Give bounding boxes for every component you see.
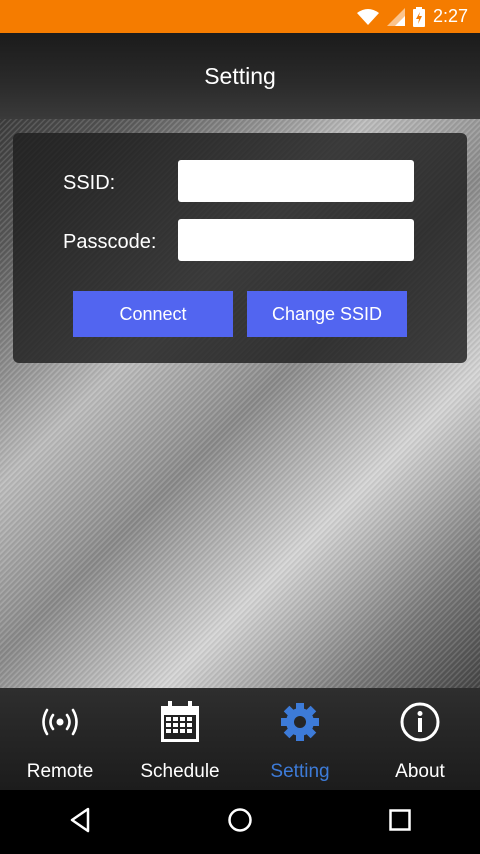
ssid-label: SSID:	[63, 172, 116, 194]
ssid-input[interactable]	[178, 160, 414, 202]
gear-icon	[278, 700, 322, 744]
passcode-row: Passcode:	[13, 219, 467, 263]
change-ssid-button[interactable]: Change SSID	[247, 291, 407, 337]
nav-item-remote[interactable]: Remote	[0, 688, 120, 790]
passcode-input[interactable]	[178, 219, 414, 261]
system-navigation-bar	[0, 790, 480, 854]
nav-item-schedule[interactable]: Schedule	[120, 688, 240, 790]
wireless-signal-icon	[38, 700, 82, 744]
calendar-icon	[158, 700, 202, 744]
status-bar: 2:27	[0, 0, 480, 33]
passcode-label: Passcode:	[63, 231, 157, 253]
info-icon	[398, 700, 442, 744]
recents-icon[interactable]	[388, 808, 412, 837]
nav-label-setting: Setting	[270, 761, 330, 782]
wifi-settings-panel: SSID: Passcode: Connect Change SSID	[13, 133, 467, 363]
title-bar: Setting	[0, 33, 480, 119]
home-icon[interactable]	[227, 807, 253, 838]
ssid-row: SSID:	[13, 160, 467, 204]
bottom-navigation: Remote Schedule Setting About	[0, 688, 480, 790]
nav-label-about: About	[395, 761, 445, 782]
back-icon[interactable]	[68, 807, 92, 838]
battery-charging-icon	[412, 6, 425, 27]
nav-item-about[interactable]: About	[360, 688, 480, 790]
status-time: 2:27	[432, 6, 468, 26]
connect-button[interactable]: Connect	[73, 291, 233, 337]
cell-signal-icon	[386, 7, 405, 26]
page-title: Setting	[204, 62, 276, 89]
nav-label-remote: Remote	[26, 761, 94, 782]
nav-item-setting[interactable]: Setting	[240, 688, 360, 790]
nav-label-schedule: Schedule	[140, 761, 220, 782]
wifi-icon	[356, 8, 379, 26]
